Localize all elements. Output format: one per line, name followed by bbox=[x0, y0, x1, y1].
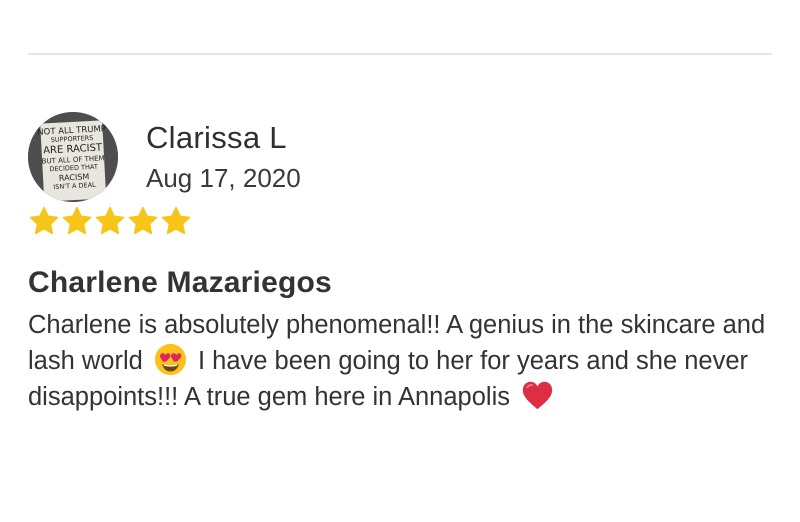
review-title: Charlene Mazariegos bbox=[28, 266, 332, 299]
red-heart-emoji bbox=[522, 381, 553, 410]
heart-eyes-emoji bbox=[154, 343, 186, 376]
review-date: Aug 17, 2020 bbox=[146, 163, 301, 193]
avatar[interactable]: NOT ALL TRUMP SUPPORTERS ARE RACIST BUT … bbox=[28, 112, 118, 202]
reviewer-name[interactable]: Clarissa L bbox=[146, 119, 301, 157]
star-icon bbox=[161, 206, 191, 235]
star-rating bbox=[28, 205, 192, 237]
star-icon bbox=[62, 206, 92, 235]
reviewer-header: NOT ALL TRUMP SUPPORTERS ARE RACIST BUT … bbox=[28, 112, 301, 202]
star-icon bbox=[29, 206, 59, 235]
star-icon bbox=[95, 206, 125, 235]
divider bbox=[28, 53, 772, 55]
review-card: NOT ALL TRUMP SUPPORTERS ARE RACIST BUT … bbox=[0, 0, 800, 522]
review-body: Charlene is absolutely phenomenal!! A ge… bbox=[28, 308, 772, 415]
star-icon bbox=[128, 206, 158, 235]
reviewer-meta: Clarissa L Aug 17, 2020 bbox=[146, 119, 301, 195]
